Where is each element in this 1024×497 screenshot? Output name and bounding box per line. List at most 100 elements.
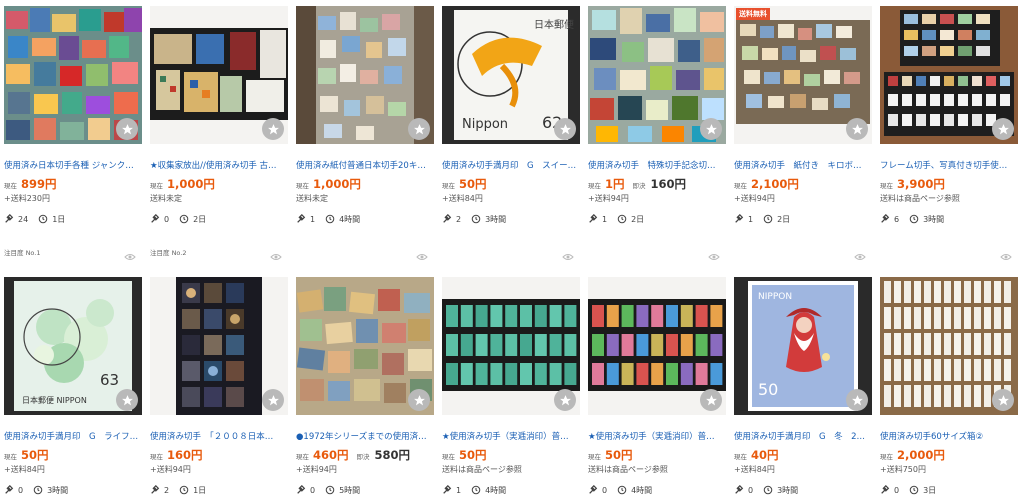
stamp-thumbnail-tile bbox=[680, 363, 693, 385]
listing-thumbnail[interactable] bbox=[880, 6, 1018, 144]
listing-title[interactable]: 使用済み切手満月印 G ライフ… bbox=[4, 431, 142, 443]
listing-title[interactable]: 使用済み紙付普通日本切手20キ… bbox=[296, 160, 434, 172]
clock-icon bbox=[38, 214, 48, 224]
stamp-thumbnail-tile bbox=[549, 334, 562, 356]
listing-thumbnail[interactable] bbox=[588, 6, 726, 144]
listing-thumbnail[interactable]: 日本郵便 Nippon 62 bbox=[442, 6, 580, 144]
listing-thumbnail[interactable] bbox=[150, 6, 288, 144]
eye-icon[interactable] bbox=[854, 252, 866, 262]
stamp-thumbnail-tile bbox=[475, 363, 488, 385]
shipping-text: 送料は商品ページ参照 bbox=[880, 194, 960, 203]
stamp-file-tile bbox=[924, 281, 931, 303]
favorite-star-button[interactable] bbox=[116, 389, 138, 411]
listing-title[interactable]: ★収集家放出//使用済み切手 古… bbox=[150, 160, 288, 172]
stamp-thumbnail-tile bbox=[460, 305, 473, 327]
bid-count: 0 bbox=[748, 485, 754, 495]
stamp-kanji: 日本郵便 bbox=[534, 18, 574, 31]
listing-title[interactable]: 使用済み日本切手各種 ジャンク… bbox=[4, 160, 142, 172]
star-icon bbox=[267, 123, 279, 134]
time-remaining: 2日 bbox=[631, 214, 645, 224]
listing-thumbnail[interactable] bbox=[296, 277, 434, 415]
clock-icon bbox=[325, 485, 335, 495]
favorite-star-button[interactable] bbox=[116, 118, 138, 140]
favorite-star-button[interactable] bbox=[408, 118, 430, 140]
clock-icon bbox=[325, 214, 335, 224]
favorite-star-button[interactable] bbox=[992, 389, 1014, 411]
listing-card[interactable]: ★使用済み切手（実逓消印）普… 現在 50円 送料は商品ページ参照 0 4時間 bbox=[588, 277, 726, 496]
eye-icon[interactable] bbox=[562, 252, 574, 262]
listing-card[interactable]: 日本郵便 Nippon 62 使用済み切手満月印 G スイー… 現在 50円 +送… bbox=[442, 6, 580, 225]
shipping-text: +送料84円 bbox=[734, 465, 775, 474]
favorite-star-button[interactable] bbox=[554, 389, 576, 411]
stamp-file-tile bbox=[944, 281, 951, 303]
listing-thumbnail[interactable] bbox=[150, 277, 288, 415]
listing-meta: 0 3時間 bbox=[734, 484, 872, 496]
stamp-thumbnail-tile bbox=[549, 305, 562, 327]
eye-icon[interactable] bbox=[708, 252, 720, 262]
gavel-icon bbox=[443, 214, 452, 223]
listing-card[interactable]: ★使用済み切手（実逓消印）普… 現在 50円 送料は商品ページ参照 1 4時間 bbox=[442, 277, 580, 496]
shipping-text: 送料は商品ページ参照 bbox=[588, 465, 668, 474]
clock-icon bbox=[179, 485, 189, 495]
stamp-value: 50 bbox=[758, 380, 778, 399]
listing-card[interactable]: 使用済み日本切手各種 ジャンク… 現在 899円 +送料230円 24 1日 bbox=[4, 6, 142, 225]
favorite-star-button[interactable] bbox=[262, 389, 284, 411]
listing-title[interactable]: フレーム切手、写真付き切手使… bbox=[880, 160, 1018, 172]
stamp-file-tile bbox=[994, 359, 1001, 381]
favorite-star-button[interactable] bbox=[408, 389, 430, 411]
stamp-thumbnail-tile bbox=[490, 305, 503, 327]
listing-title[interactable]: 使用済み切手満月印 G スイー… bbox=[442, 160, 580, 172]
listing-title[interactable]: ★使用済み切手（実逓消印）普… bbox=[588, 431, 726, 443]
bid-count: 6 bbox=[894, 214, 900, 224]
favorite-star-button[interactable] bbox=[554, 118, 576, 140]
favorite-star-button[interactable] bbox=[700, 389, 722, 411]
price-row: 現在 50円 bbox=[588, 447, 726, 462]
listing-title[interactable]: 使用済み切手満月印 G 冬 2… bbox=[734, 431, 872, 443]
listing-card[interactable]: 使用済み切手60サイズ箱② 現在 2,000円 +送料750円 0 3日 bbox=[880, 277, 1018, 496]
listing-title[interactable]: 使用済み切手 特殊切手記念切… bbox=[588, 160, 726, 172]
listing-card[interactable]: フレーム切手、写真付き切手使… 現在 3,900円 送料は商品ページ参照 6 3時間 bbox=[880, 6, 1018, 225]
price-label: 現在 bbox=[4, 182, 17, 190]
favorite-star-button[interactable] bbox=[262, 118, 284, 140]
favorite-star-button[interactable] bbox=[846, 389, 868, 411]
listing-card[interactable]: ★収集家放出//使用済み切手 古… 現在 1,000円 送料未定 0 2日 bbox=[150, 6, 288, 225]
stamp-thumbnail-tile bbox=[534, 334, 547, 356]
bid-count: 0 bbox=[164, 214, 170, 224]
listing-thumbnail[interactable]: 63 日本郵便 NIPPON bbox=[4, 277, 142, 415]
eye-icon[interactable] bbox=[416, 252, 428, 262]
listing-card[interactable]: 63 日本郵便 NIPPON 使用済み切手満月印 G ライフ… 現在 50円 +送… bbox=[4, 277, 142, 496]
bid-count: 1 bbox=[456, 485, 462, 495]
listing-thumbnail[interactable] bbox=[588, 277, 726, 415]
listing-title[interactable]: ●1972年シリーズまでの使用済… bbox=[296, 431, 434, 443]
listing-title[interactable]: ★使用済み切手（実逓消印）普… bbox=[442, 431, 580, 443]
favorite-star-button[interactable] bbox=[700, 118, 722, 140]
eye-icon[interactable] bbox=[270, 252, 282, 262]
favorite-star-button[interactable] bbox=[992, 118, 1014, 140]
eye-icon[interactable] bbox=[1000, 252, 1012, 262]
favorite-star-button[interactable] bbox=[846, 118, 868, 140]
stamp-file-tile bbox=[884, 385, 891, 407]
listing-card[interactable]: ●1972年シリーズまでの使用済… 現在 460円 即決 580円 +送料94円 0 5… bbox=[296, 277, 434, 496]
listing-thumbnail[interactable]: NIPPON 50 bbox=[734, 277, 872, 415]
listing-thumbnail[interactable] bbox=[880, 277, 1018, 415]
stamp-thumbnail-tile bbox=[592, 334, 604, 356]
listing-thumbnail[interactable] bbox=[4, 6, 142, 144]
star-icon bbox=[413, 394, 425, 405]
listing-card[interactable]: NIPPON 50 使用済み切手満月印 G 冬 2… 現在 40円 +送料84円 … bbox=[734, 277, 872, 496]
listing-card[interactable]: 送料無料 使用済み切手 紙付き キロボ… 現在 2,100円 +送料94円 1 2日 bbox=[734, 6, 872, 225]
listing-title[interactable]: 使用済み切手 紙付き キロボ… bbox=[734, 160, 872, 172]
listing-card[interactable]: 使用済み切手 「２００８日本… 現在 160円 +送料94円 2 1日 bbox=[150, 277, 288, 496]
listing-card[interactable]: 使用済み紙付普通日本切手20キ… 現在 1,000円 送料未定 1 4時間 bbox=[296, 6, 434, 225]
listing-title[interactable]: 使用済み切手60サイズ箱② bbox=[880, 431, 1018, 443]
stamp-thumbnail-tile bbox=[460, 334, 473, 356]
stamp-thumbnail-tile bbox=[520, 363, 532, 385]
listing-thumbnail[interactable]: 送料無料 bbox=[734, 6, 872, 144]
stamp-file-tile bbox=[974, 307, 981, 329]
listing-title[interactable]: 使用済み切手 「２００８日本… bbox=[150, 431, 288, 443]
stamp-file-tile bbox=[884, 359, 891, 381]
eye-icon[interactable] bbox=[124, 252, 136, 262]
gavel-icon bbox=[5, 214, 14, 223]
listing-thumbnail[interactable] bbox=[442, 277, 580, 415]
listing-thumbnail[interactable] bbox=[296, 6, 434, 144]
listing-card[interactable]: 使用済み切手 特殊切手記念切… 現在 1円 即決 160円 +送料94円 1 2日 bbox=[588, 6, 726, 225]
